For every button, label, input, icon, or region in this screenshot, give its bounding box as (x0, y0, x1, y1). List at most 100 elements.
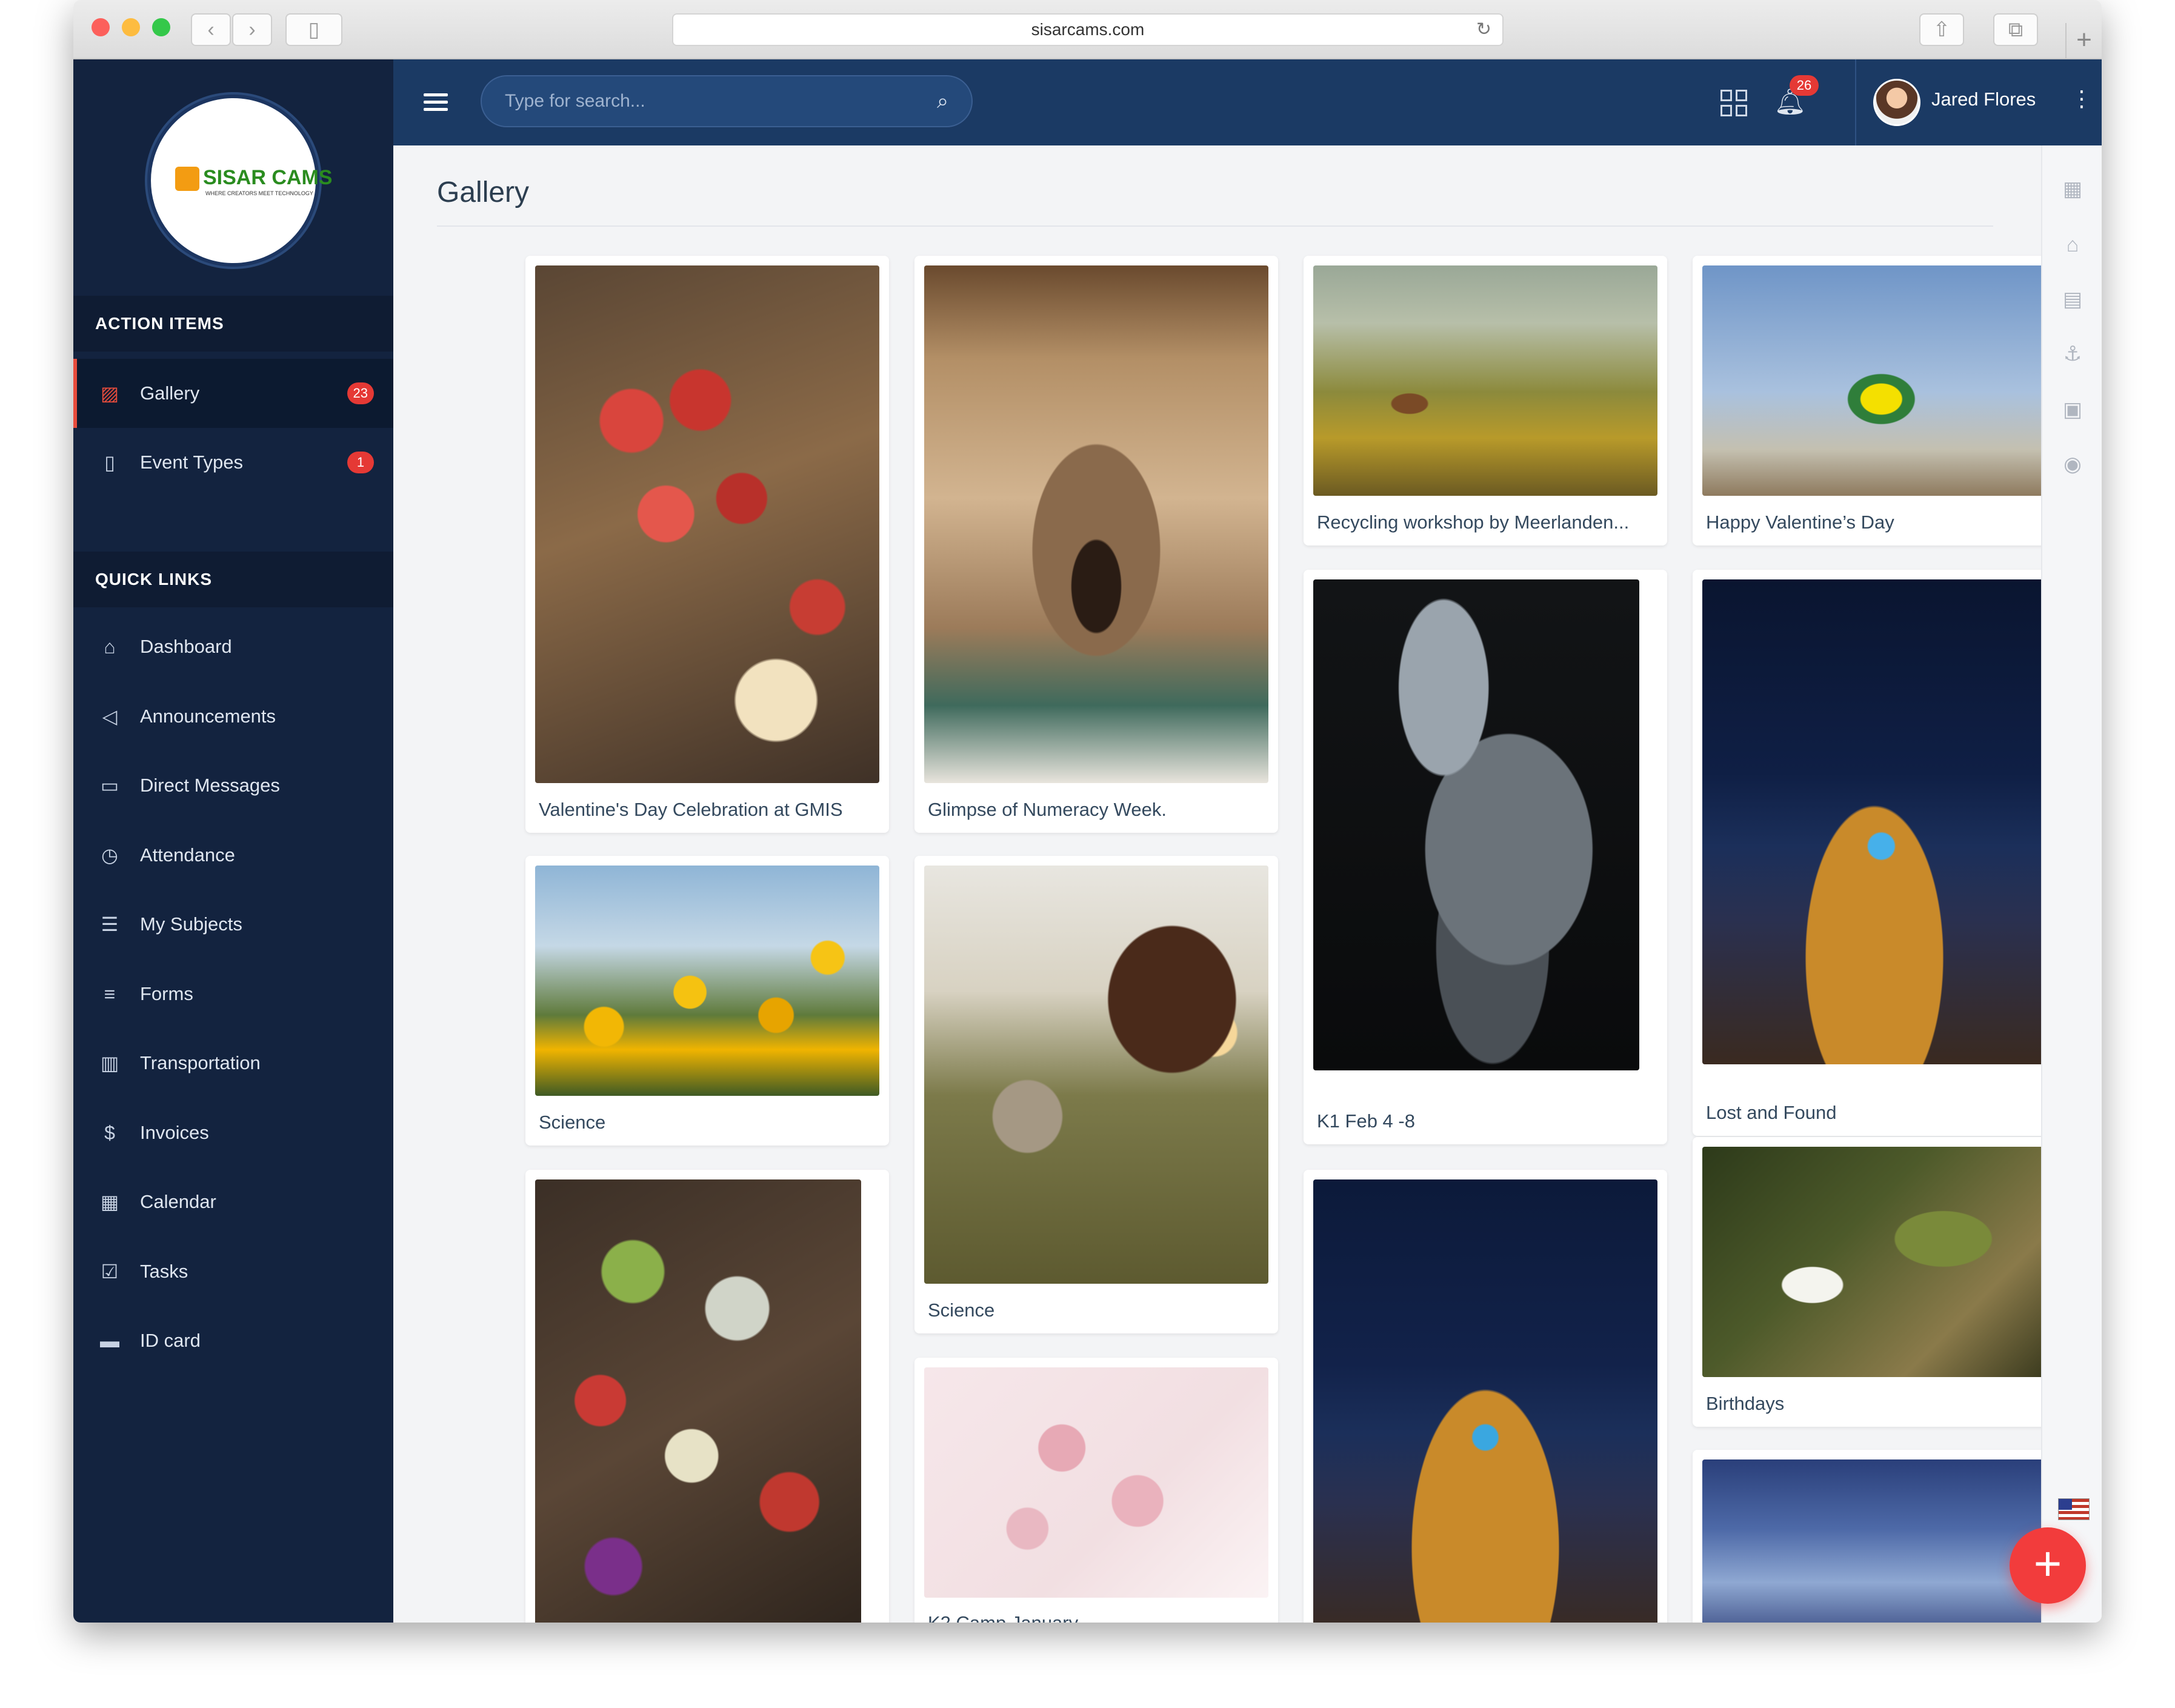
quick-links-heading: QUICK LINKS (73, 552, 393, 607)
menu-icon[interactable] (424, 93, 448, 112)
home-icon: ⌂ (104, 635, 116, 658)
gallery-photo-apples (535, 265, 879, 783)
list-icon: ☰ (101, 913, 119, 935)
back-button[interactable]: ‹ (191, 13, 231, 46)
gallery-caption: K2 Camp January (928, 1612, 1268, 1623)
card-icon: ▬ (100, 1329, 119, 1352)
gallery-card[interactable]: Happy Valentine’s Day (1693, 256, 2056, 545)
search-icon[interactable]: ⌕ (937, 90, 948, 113)
close-window-button[interactable] (92, 18, 110, 36)
logo-wordmark: SISAR CAMS (175, 166, 333, 192)
sidebar-item-transportation[interactable]: ▥ Transportation (73, 1029, 393, 1098)
page-title: Gallery (437, 176, 530, 208)
sidebar-item-label: Direct Messages (140, 775, 280, 796)
gallery-photo-sky (1702, 1459, 2047, 1623)
gallery-card[interactable]: K1 Feb 4 -8 (1304, 570, 1667, 1144)
sidebar-item-attendance[interactable]: ◷ Attendance (73, 821, 393, 890)
sidebar-item-gallery[interactable]: ▨ Gallery 23 (73, 359, 393, 428)
gallery-card[interactable]: Recycling workshop by Meerlanden... (1304, 256, 1667, 545)
apps-grid-icon[interactable] (1720, 90, 1747, 116)
gallery-photo-horse (924, 866, 1268, 1284)
gallery-caption: Recycling workshop by Meerlanden... (1317, 512, 1630, 533)
sidebar-item-id-card[interactable]: ▬ ID card (73, 1306, 393, 1375)
avatar[interactable] (1873, 79, 1920, 126)
sidebar-item-calendar[interactable]: ▦ Calendar (73, 1167, 393, 1236)
id-badge-icon[interactable]: ▤ (2059, 286, 2086, 313)
dollar-icon: $ (104, 1121, 115, 1144)
gallery-card[interactable] (1693, 1450, 2056, 1623)
new-tab-button[interactable]: + (2065, 23, 2102, 59)
topbar-divider (1855, 59, 1856, 145)
gallery-card[interactable] (525, 1170, 889, 1623)
sidebar-item-invoices[interactable]: $ Invoices (73, 1098, 393, 1167)
reload-icon[interactable]: ↻ (1476, 15, 1491, 45)
more-vertical-icon[interactable]: ⋮ (2071, 86, 2093, 112)
search-box: ⌕ (481, 75, 973, 127)
gallery-photo-apples-table (535, 1179, 861, 1623)
megaphone-icon: ◁ (102, 706, 118, 727)
gallery-card[interactable]: Glimpse of Numeracy Week. (914, 256, 1278, 833)
sidebar-toggle-icon[interactable]: ▯ (285, 13, 342, 46)
forward-button[interactable]: › (232, 13, 272, 46)
gallery-photo-balloon (1702, 265, 2047, 496)
sidebar-item-dashboard[interactable]: ⌂ Dashboard (73, 612, 393, 681)
sidebar-item-label: Calendar (140, 1191, 216, 1212)
logo-text: SISAR CAMS (203, 166, 333, 189)
gallery-card[interactable]: Birthdays (1693, 1137, 2056, 1427)
sidebar-item-event-types[interactable]: ▯ Event Types 1 (73, 428, 393, 497)
sidebar-item-label: Attendance (140, 844, 235, 866)
gallery-photo-deer (1313, 265, 1657, 496)
sidebar-item-label: Invoices (140, 1122, 209, 1143)
gallery-photo-arches (924, 265, 1268, 783)
sidebar-item-label: Event Types (140, 452, 244, 473)
right-rail: ▦ ⌂ ▤ ⚓︎ ▣ ◉ ☼ (2041, 145, 2102, 1623)
form-icon: ≡ (104, 982, 116, 1005)
browser-window: ‹ › ▯ sisarcams.com ↻ ⇧ ⧉ + SISAR CAMS W… (73, 0, 2102, 1623)
gallery-caption: Birthdays (1706, 1393, 1785, 1414)
screenshot-stage: ‹ › ▯ sisarcams.com ↻ ⇧ ⧉ + SISAR CAMS W… (0, 0, 2175, 1708)
gallery-photo-snowdrop (1702, 1147, 2047, 1377)
us-flag-icon[interactable] (2058, 1498, 2090, 1520)
share-icon[interactable]: ⇧ (1919, 13, 1964, 46)
sidebar-item-forms[interactable]: ≡ Forms (73, 959, 393, 1029)
gallery-caption: Lost and Found (1706, 1102, 1837, 1123)
search-input[interactable] (505, 91, 905, 112)
sidebar: SISAR CAMS WHERE CREATORS MEET TECHNOLOG… (73, 59, 393, 1623)
address-bar[interactable]: sisarcams.com ↻ (672, 13, 1504, 46)
tabs-overview-icon[interactable]: ⧉ (1993, 13, 2038, 46)
minimize-window-button[interactable] (122, 18, 140, 36)
add-button[interactable]: + (2010, 1527, 2086, 1604)
gallery-card[interactable]: Science (525, 856, 889, 1146)
gallery-photo-flowers (535, 866, 879, 1096)
sidebar-item-label: ID card (140, 1330, 201, 1351)
user-name[interactable]: Jared Flores (1931, 88, 2036, 110)
sidebar-item-tasks[interactable]: ☑ Tasks (73, 1237, 393, 1306)
zoom-window-button[interactable] (152, 18, 170, 36)
gallery-caption: Glimpse of Numeracy Week. (928, 799, 1167, 820)
top-bar: ⌕ 🔔︎ 26 Jared Flores ⋮ (393, 59, 2102, 145)
brand-logo[interactable]: SISAR CAMS WHERE CREATORS MEET TECHNOLOG… (147, 95, 332, 267)
sidebar-item-announcements[interactable]: ◁ Announcements (73, 682, 393, 751)
main-content: Gallery Valentine's Day Celebration at G… (393, 145, 2056, 1623)
gallery-photo-blossom (924, 1367, 1268, 1598)
gallery-caption: Science (928, 1299, 995, 1321)
checkbox-icon: ☑ (101, 1261, 119, 1283)
calendar-icon[interactable]: ▦ (2059, 176, 2086, 202)
anchor-icon[interactable]: ⚓︎ (2059, 341, 2086, 367)
gallery-card[interactable]: Valentine's Day Celebration at GMIS (525, 256, 889, 833)
gallery-photo-city-night (1702, 579, 2047, 1064)
gamepad-icon[interactable]: ◉ (2059, 451, 2086, 478)
sidebar-item-label: Tasks (140, 1261, 188, 1282)
sidebar-item-label: My Subjects (140, 913, 242, 935)
gallery-card[interactable] (1304, 1170, 1667, 1623)
gallery-card[interactable]: K2 Camp January (914, 1358, 1278, 1623)
title-divider (437, 225, 1993, 227)
gallery-card[interactable]: Lost and Found (1693, 570, 2056, 1136)
alarm-icon: ◷ (101, 844, 118, 866)
sidebar-item-direct-messages[interactable]: ▭ Direct Messages (73, 751, 393, 820)
presentation-icon[interactable]: ⌂ (2059, 232, 2086, 258)
briefcase-icon[interactable]: ▣ (2059, 396, 2086, 423)
calendar-icon: ▦ (100, 1191, 119, 1213)
sidebar-item-my-subjects[interactable]: ☰ My Subjects (73, 890, 393, 959)
gallery-card[interactable]: Science (914, 856, 1278, 1333)
